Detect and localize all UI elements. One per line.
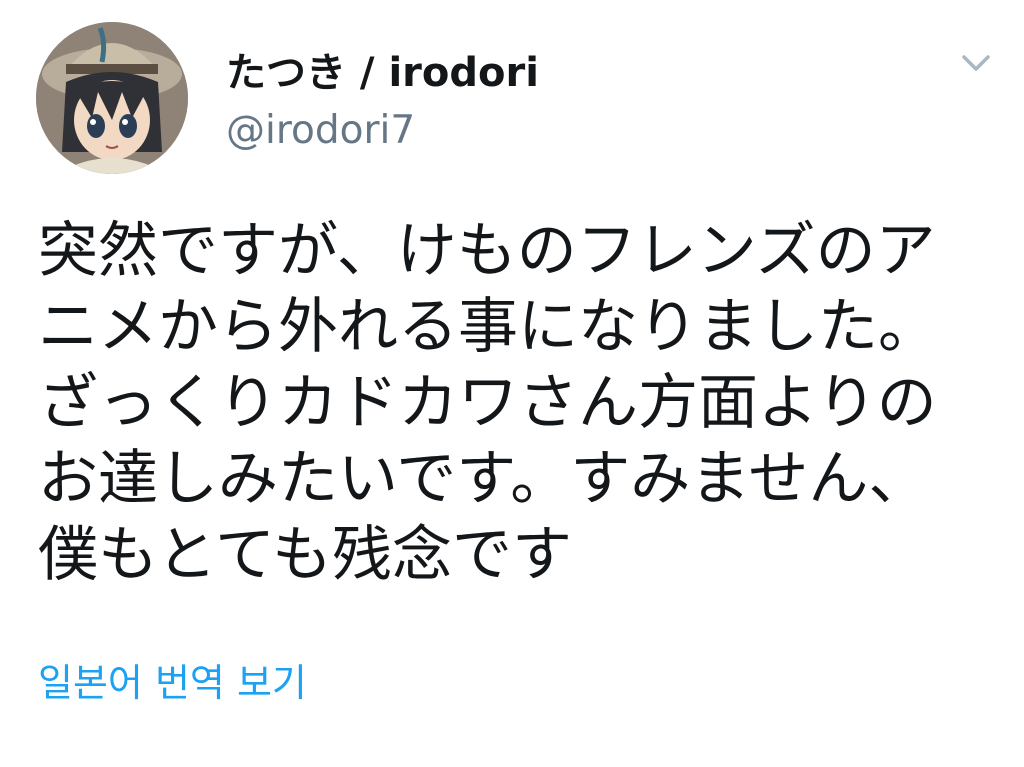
tweet-card: たつき / irodori @irodori7 突然ですが、けものフレンズのアニ… [0,0,1024,767]
author-handle[interactable]: @irodori7 [226,108,415,154]
author-display-name[interactable]: たつき / irodori [226,50,539,96]
tweet-text: 突然ですが、けものフレンズのアニメから外れる事になりました。ざっくりカドカワさん… [38,216,938,590]
chevron-down-icon[interactable] [958,48,994,78]
translate-link[interactable]: 일본어 번역 보기 [38,660,307,706]
profile-avatar-icon[interactable] [36,22,188,174]
